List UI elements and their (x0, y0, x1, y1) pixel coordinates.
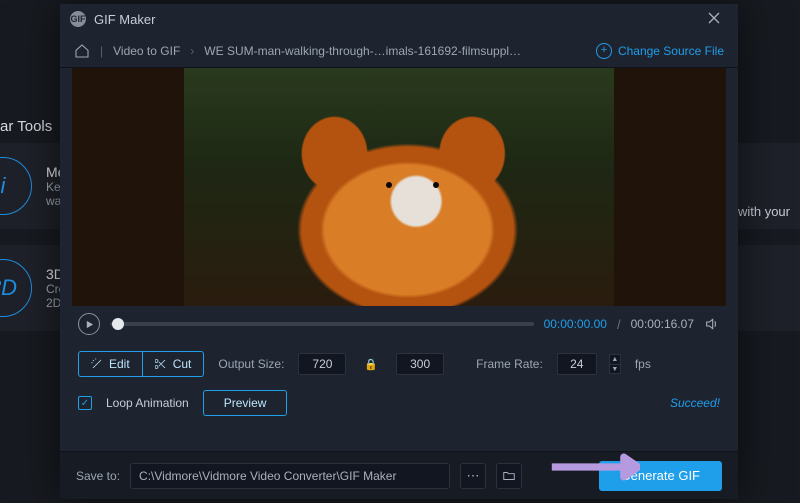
save-path-text: C:\Vidmore\Vidmore Video Converter\GIF M… (139, 469, 396, 483)
preview-button[interactable]: Preview (203, 390, 288, 416)
preview-frame-image (184, 68, 614, 306)
player-bar: 00:00:00.00/00:00:16.07 (60, 306, 738, 342)
play-button[interactable] (78, 313, 100, 335)
folder-icon (502, 469, 516, 483)
gif-maker-dialog: GIF GIF Maker | Video to GIF › WE SUM-ma… (60, 4, 738, 499)
crumb-file: WE SUM-man-walking-through-…imals-161692… (204, 44, 524, 58)
three-d-icon: 3D (0, 259, 32, 317)
scissors-icon (155, 358, 167, 370)
browse-button[interactable]: ⋯ (460, 463, 486, 489)
volume-icon[interactable] (704, 316, 720, 332)
breadcrumb: | Video to GIF › WE SUM-man-walking-thro… (60, 34, 738, 68)
frame-rate-stepper: ▲ ▼ (609, 354, 621, 374)
step-up-button[interactable]: ▲ (609, 354, 621, 364)
home-icon[interactable] (74, 43, 90, 59)
lock-icon[interactable]: 🔒 (360, 358, 382, 371)
save-path-field[interactable]: C:\Vidmore\Vidmore Video Converter\GIF M… (130, 463, 450, 489)
step-down-button[interactable]: ▼ (609, 364, 621, 374)
close-icon (708, 12, 720, 24)
time-current: 00:00:00.00 (544, 317, 607, 331)
frame-rate-label: Frame Rate: (476, 357, 543, 371)
dots-icon: ⋯ (467, 468, 480, 484)
save-bar: Save to: C:\Vidmore\Vidmore Video Conver… (60, 451, 738, 499)
close-button[interactable] (700, 11, 728, 27)
generate-gif-button[interactable]: Generate GIF (599, 461, 722, 491)
separator-icon: | (100, 44, 103, 58)
save-to-label: Save to: (76, 469, 120, 483)
edit-cut-group: Edit Cut (78, 351, 204, 377)
crumb-root[interactable]: Video to GIF (113, 44, 180, 58)
app-icon: GIF (70, 11, 86, 27)
cut-button[interactable]: Cut (142, 351, 205, 377)
output-size-label: Output Size: (218, 357, 284, 371)
loop-label: Loop Animation (106, 396, 189, 410)
titlebar: GIF GIF Maker (60, 4, 738, 34)
wand-icon (91, 358, 103, 370)
video-preview[interactable] (72, 68, 726, 306)
output-width-input[interactable] (298, 353, 346, 375)
play-icon (85, 320, 94, 329)
change-source-button[interactable]: + Change Source File (596, 43, 724, 59)
fps-label: fps (635, 357, 651, 371)
settings-row: Edit Cut Output Size: 🔒 Frame Rate: ▲ ▼ … (60, 342, 738, 386)
change-source-label: Change Source File (618, 44, 724, 58)
chevron-right-icon: › (190, 44, 194, 58)
edit-button[interactable]: Edit (78, 351, 142, 377)
info-icon: i (0, 157, 32, 215)
plus-circle-icon: + (596, 43, 612, 59)
seek-slider[interactable] (110, 322, 534, 326)
time-total: 00:00:16.07 (631, 317, 694, 331)
open-folder-button[interactable] (496, 463, 522, 489)
options-row: ✓ Loop Animation Preview Succeed! (60, 386, 738, 420)
status-text: Succeed! (670, 396, 720, 410)
app-title: GIF Maker (94, 12, 155, 27)
loop-checkbox[interactable]: ✓ (78, 396, 92, 410)
frame-rate-input[interactable] (557, 353, 597, 375)
output-height-input[interactable] (396, 353, 444, 375)
seek-knob[interactable] (112, 318, 124, 330)
